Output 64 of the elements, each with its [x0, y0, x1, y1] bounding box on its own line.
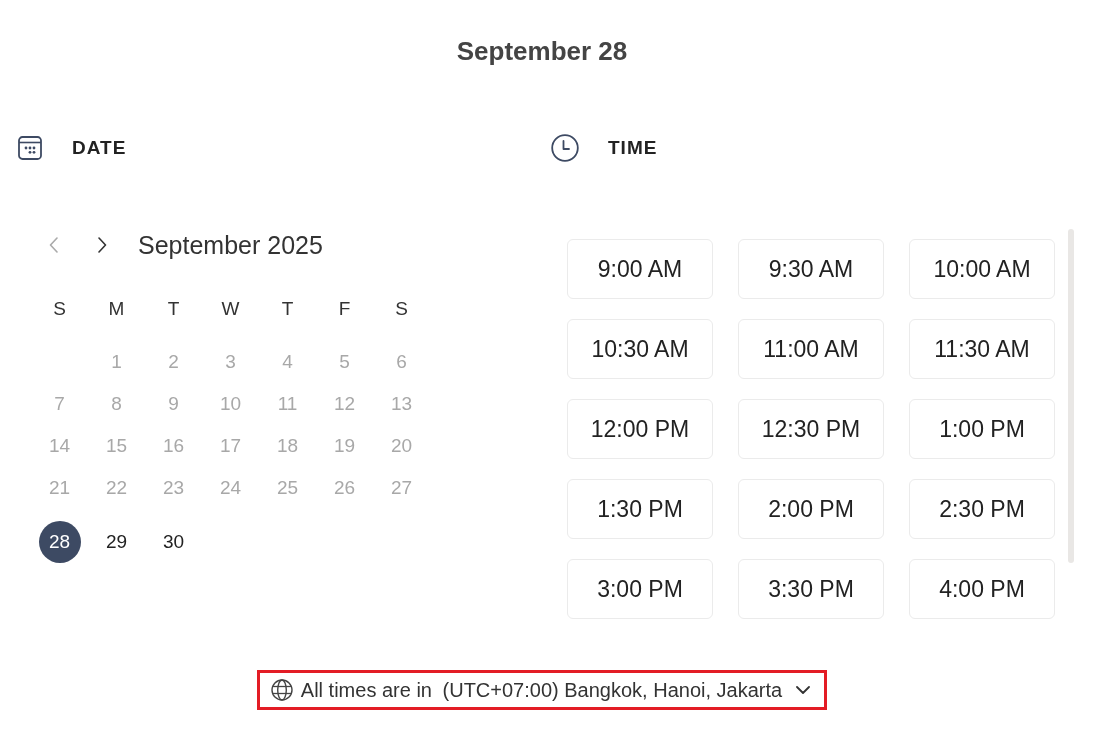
time-slot-button[interactable]: 2:30 PM — [909, 479, 1055, 539]
calendar-day: 5 — [323, 341, 366, 383]
calendar-day: 2 — [152, 341, 195, 383]
calendar-day: 10 — [209, 383, 252, 425]
calendar-day: 17 — [209, 425, 252, 467]
calendar-day: 3 — [209, 341, 252, 383]
section-label: TIME — [608, 137, 658, 159]
month-label: September 2025 — [138, 230, 323, 260]
calendar-day: 22 — [95, 467, 138, 509]
time-slot-button[interactable]: 10:30 AM — [567, 319, 713, 379]
calendar-day: 15 — [95, 425, 138, 467]
calendar-day: 1 — [95, 341, 138, 383]
calendar-day: 16 — [152, 425, 195, 467]
calendar-day: 27 — [380, 467, 423, 509]
time-slot-button[interactable]: 9:30 AM — [738, 239, 884, 299]
time-slot-button[interactable]: 11:30 AM — [909, 319, 1055, 379]
calendar-day: 14 — [38, 425, 81, 467]
time-slot-button[interactable]: 11:00 AM — [738, 319, 884, 379]
time-slot-button[interactable]: 9:00 AM — [567, 239, 713, 299]
time-slot-button[interactable]: 12:00 PM — [567, 399, 713, 459]
calendar-day: 7 — [38, 383, 81, 425]
weekday-label: F — [337, 298, 352, 320]
chevron-right-icon — [97, 237, 107, 253]
calendar-day: 26 — [323, 467, 366, 509]
chevron-left-icon — [48, 237, 58, 253]
weekday-label: S — [52, 298, 67, 320]
calendar-day: 18 — [266, 425, 309, 467]
calendar-day[interactable]: 29 — [95, 521, 138, 563]
calendar-day: 25 — [266, 467, 309, 509]
calendar-day: 21 — [38, 467, 81, 509]
weekday-label: T — [280, 298, 295, 320]
time-slot-button[interactable]: 12:30 PM — [738, 399, 884, 459]
weekday-label: S — [394, 298, 409, 320]
chevron-down-icon — [796, 686, 811, 694]
time-slot-button[interactable]: 1:00 PM — [909, 399, 1055, 459]
weekday-label: M — [107, 298, 126, 320]
globe-icon — [270, 679, 293, 701]
calendar-day: 11 — [266, 383, 309, 425]
calendar-day: 20 — [380, 425, 423, 467]
calendar-day: 24 — [209, 467, 252, 509]
calendar-day: 8 — [95, 383, 138, 425]
time-slot-button[interactable]: 10:00 AM — [909, 239, 1055, 299]
calendar-day[interactable]: 30 — [152, 521, 195, 563]
time-slot-button[interactable]: 2:00 PM — [738, 479, 884, 539]
calendar-day: 6 — [380, 341, 423, 383]
time-slot-button[interactable]: 3:30 PM — [738, 559, 884, 619]
calendar-icon — [18, 136, 42, 160]
calendar-day: 9 — [152, 383, 195, 425]
calendar-day[interactable]: 28 — [38, 521, 81, 563]
calendar-day: 12 — [323, 383, 366, 425]
weekday-label: T — [166, 298, 181, 320]
calendar-day: 13 — [380, 383, 423, 425]
calendar-day: 23 — [152, 467, 195, 509]
weekday-label: W — [220, 298, 241, 320]
clock-icon — [551, 134, 579, 162]
date-title: September 28 — [455, 35, 629, 67]
time-slot-button[interactable]: 4:00 PM — [909, 559, 1055, 619]
calendar-day: 4 — [266, 341, 309, 383]
section-label: DATE — [72, 137, 127, 159]
time-slot-button[interactable]: 1:30 PM — [567, 479, 713, 539]
time-slot-button[interactable]: 3:00 PM — [567, 559, 713, 619]
timezone-selector[interactable]: All times are in (UTC+07:00) Bangkok, Hanoi, Jakarta — [256, 670, 828, 710]
calendar-day: 19 — [323, 425, 366, 467]
scrollbar-thumb[interactable] — [1068, 229, 1074, 563]
